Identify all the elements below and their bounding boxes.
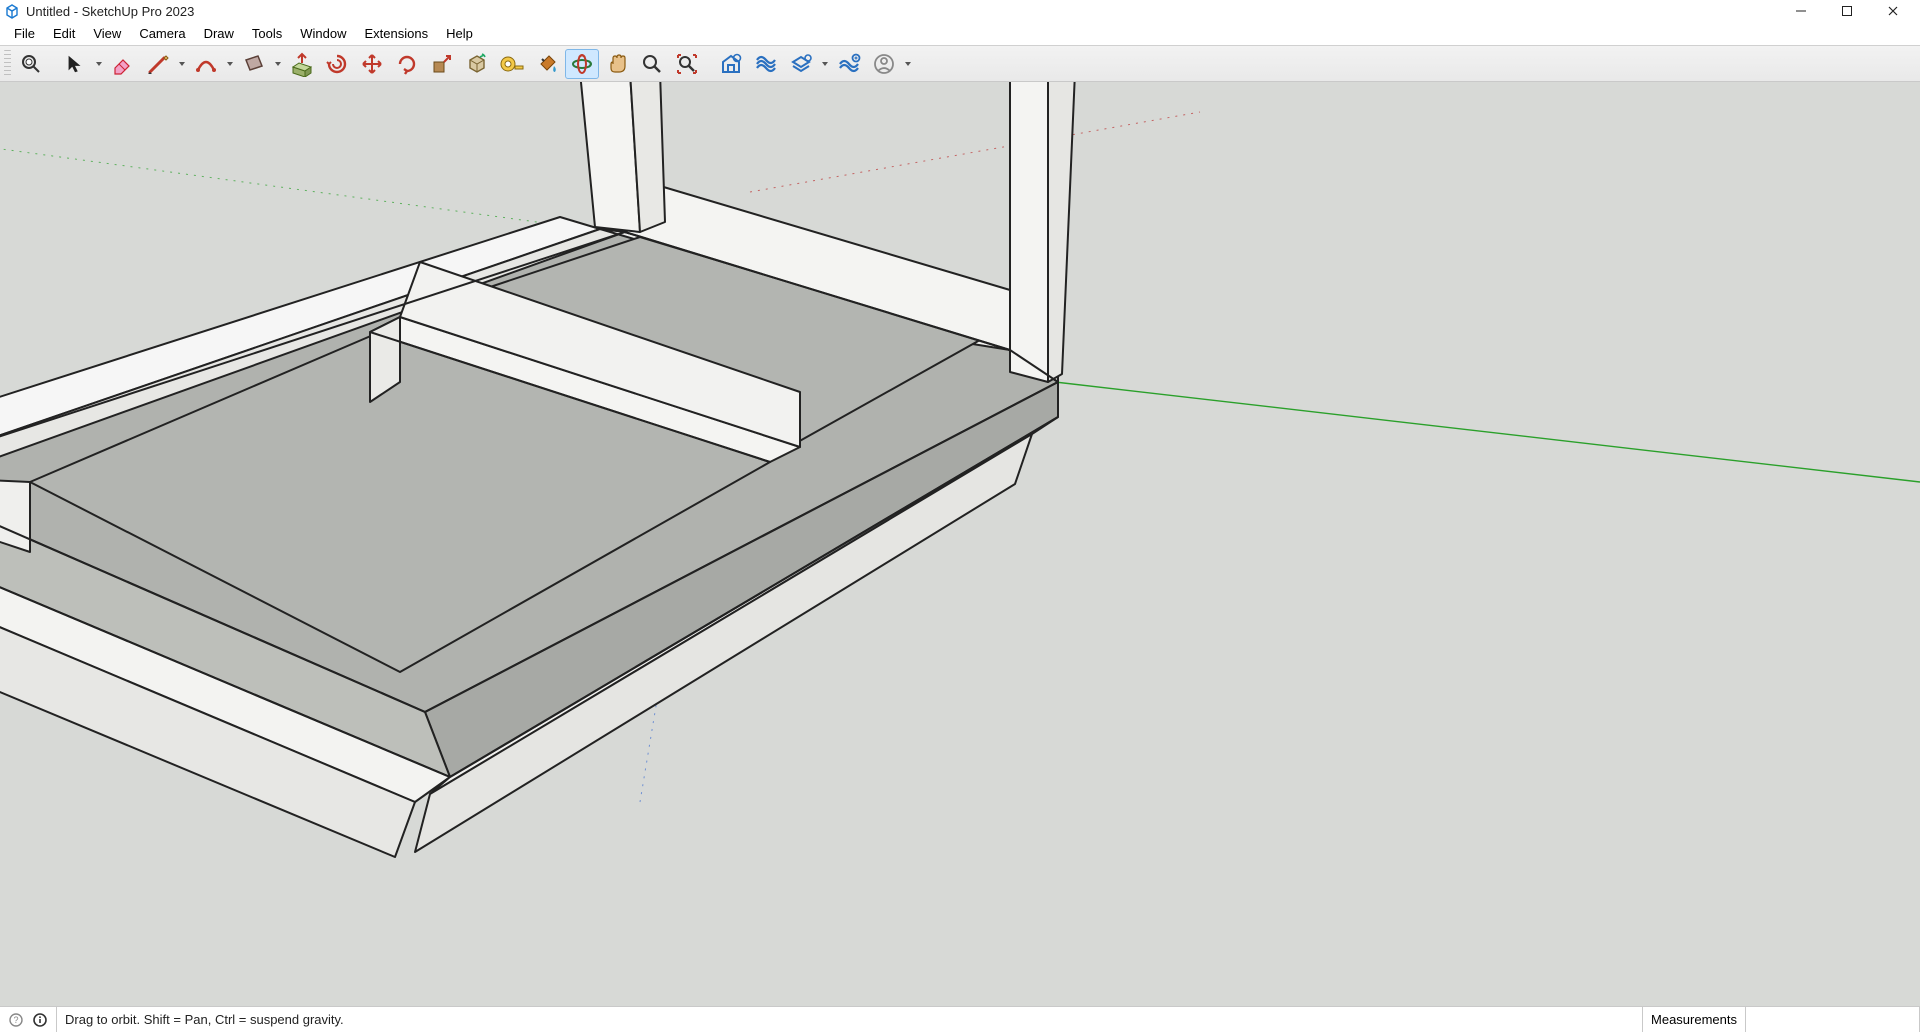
window-close-button[interactable]: [1870, 0, 1916, 22]
offset-tool-button[interactable]: [320, 49, 354, 79]
window-title: Untitled - SketchUp Pro 2023: [26, 4, 194, 19]
title-bar: Untitled - SketchUp Pro 2023: [0, 0, 1920, 22]
status-hint-text: Drag to orbit. Shift = Pan, Ctrl = suspe…: [61, 1012, 344, 1027]
menu-bar: File Edit View Camera Draw Tools Window …: [0, 22, 1920, 46]
select-tool-button[interactable]: [58, 49, 92, 79]
layout-button[interactable]: [784, 49, 818, 79]
menu-view[interactable]: View: [85, 24, 129, 43]
eraser-tool-button[interactable]: [106, 49, 140, 79]
tape-measure-tool-button[interactable]: [495, 49, 529, 79]
zoom-extents-tool-button[interactable]: [670, 49, 704, 79]
user-account-button[interactable]: [867, 49, 901, 79]
rotate-tool-button[interactable]: [390, 49, 424, 79]
pushpull-tool-button[interactable]: [285, 49, 319, 79]
line-tool-button[interactable]: [141, 49, 175, 79]
extension-warehouse-button[interactable]: [749, 49, 783, 79]
arc-dropdown[interactable]: [224, 49, 236, 79]
help-icon[interactable]: ?: [8, 1012, 24, 1028]
arc-tool-button[interactable]: [189, 49, 223, 79]
zoom-tool-button[interactable]: [635, 49, 669, 79]
toolbar-grip[interactable]: [4, 50, 11, 78]
search-tool-button[interactable]: [14, 49, 48, 79]
select-dropdown[interactable]: [93, 49, 105, 79]
menu-draw[interactable]: Draw: [196, 24, 242, 43]
paint-bucket-tool-button[interactable]: [530, 49, 564, 79]
info-icon[interactable]: [32, 1012, 48, 1028]
window-maximize-button[interactable]: [1824, 0, 1870, 22]
measurements-label: Measurements: [1642, 1007, 1745, 1032]
move-tool-button[interactable]: [355, 49, 389, 79]
menu-camera[interactable]: Camera: [131, 24, 193, 43]
svg-text:?: ?: [13, 1015, 18, 1025]
main-toolbar: [0, 46, 1920, 82]
status-bar: ? Drag to orbit. Shift = Pan, Ctrl = sus…: [0, 1006, 1920, 1032]
make-component-button[interactable]: [460, 49, 494, 79]
app-icon: [4, 3, 20, 19]
line-dropdown[interactable]: [176, 49, 188, 79]
menu-help[interactable]: Help: [438, 24, 481, 43]
menu-file[interactable]: File: [6, 24, 43, 43]
menu-extensions[interactable]: Extensions: [357, 24, 437, 43]
3d-warehouse-button[interactable]: [714, 49, 748, 79]
shapes-dropdown[interactable]: [272, 49, 284, 79]
extension-manager-button[interactable]: [832, 49, 866, 79]
layout-dropdown[interactable]: [819, 49, 831, 79]
measurements-input[interactable]: [1745, 1007, 1920, 1032]
menu-edit[interactable]: Edit: [45, 24, 83, 43]
user-dropdown[interactable]: [902, 49, 914, 79]
rectangle-tool-button[interactable]: [237, 49, 271, 79]
menu-tools[interactable]: Tools: [244, 24, 290, 43]
orbit-tool-button[interactable]: [565, 49, 599, 79]
pan-tool-button[interactable]: [600, 49, 634, 79]
scale-tool-button[interactable]: [425, 49, 459, 79]
menu-window[interactable]: Window: [292, 24, 354, 43]
3d-viewport[interactable]: [0, 82, 1920, 1006]
window-minimize-button[interactable]: [1778, 0, 1824, 22]
